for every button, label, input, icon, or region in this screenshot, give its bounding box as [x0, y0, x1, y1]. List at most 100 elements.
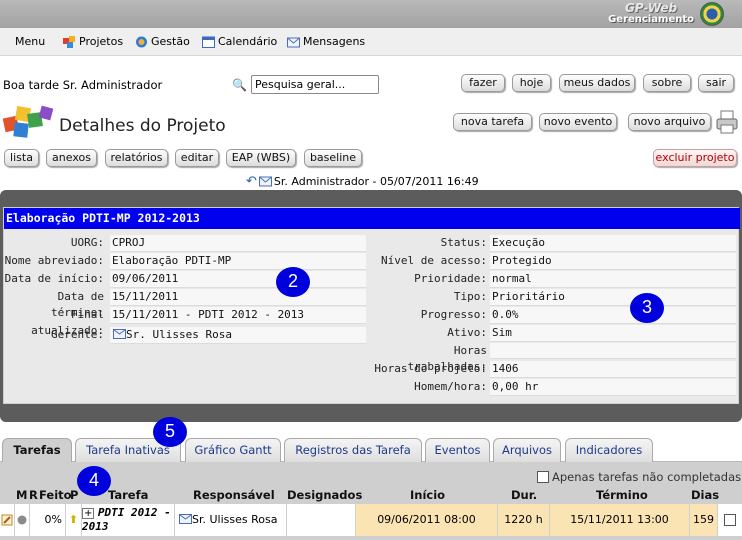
field-value: Prioritário — [490, 289, 736, 306]
field-label: Status: — [440, 236, 487, 249]
field-ativo: Ativo: Sim — [4, 325, 742, 342]
task-days: 159 — [690, 504, 718, 536]
field-label: Horas do projeto: — [374, 362, 487, 375]
field-value: Execução — [490, 235, 736, 252]
puzzle-icon — [63, 35, 75, 48]
col-header-m[interactable]: M — [16, 488, 27, 502]
top-header: GP-Web Gerenciamento — [0, 0, 742, 28]
baseline-button[interactable]: baseline — [304, 149, 362, 167]
col-header-inicio[interactable]: Início — [410, 488, 445, 502]
menu-item-menu[interactable]: Menu — [15, 35, 45, 48]
fazer-button[interactable]: fazer — [461, 74, 505, 92]
nova-tarefa-button[interactable]: nova tarefa — [453, 113, 532, 131]
project-puzzle-icon — [2, 105, 54, 138]
tab-registros[interactable]: Registros das Tarefa — [284, 438, 422, 462]
excluir-projeto-button[interactable]: excluir projeto — [653, 149, 737, 167]
field-label: Prioridade: — [414, 272, 487, 285]
tab-arquivos[interactable]: Arquivos — [493, 438, 561, 462]
expand-icon[interactable]: + — [82, 508, 95, 519]
task-duration: 1220 h — [498, 504, 550, 536]
col-header-dur[interactable]: Dur. — [511, 488, 537, 502]
editar-button[interactable]: editar — [175, 149, 219, 167]
calendar-icon — [202, 36, 215, 48]
undo-icon[interactable]: ↶ — [246, 174, 257, 189]
novo-arquivo-button[interactable]: novo arquivo — [628, 113, 711, 131]
col-header-p[interactable]: P — [70, 488, 78, 502]
stamp-text: Sr. Administrador - 05/07/2011 16:49 — [273, 175, 479, 188]
page-title: Detalhes do Projeto — [59, 116, 226, 136]
table-row[interactable]: 0% ⬆ + PDTI 2012 - 2013 Sr. Ulisses Rosa… — [0, 504, 742, 536]
field-value — [490, 343, 736, 359]
menu-item-gestao[interactable]: Gestão — [135, 35, 190, 48]
task-assignees — [287, 504, 356, 536]
greeting-text: Boa tarde Sr. Administrador — [3, 78, 163, 92]
col-header-r[interactable]: R — [29, 488, 38, 502]
only-uncompleted-filter[interactable]: Apenas tarefas não completadas — [537, 470, 741, 484]
col-header-feito[interactable]: Feito — [39, 488, 72, 502]
tab-eventos[interactable]: Eventos — [425, 438, 490, 462]
field-value: normal — [490, 271, 736, 288]
status-dot-icon — [15, 504, 30, 536]
col-header-tarefa[interactable]: Tarefa — [108, 488, 148, 502]
field-value: 0,00 hr — [490, 379, 736, 396]
field-value: Sim — [490, 325, 736, 342]
field-value: 0.0% — [490, 307, 736, 324]
task-name-cell[interactable]: + PDTI 2012 - 2013 — [82, 504, 175, 536]
field-value: Protegido — [490, 253, 736, 270]
field-horas-trabalhadas: Horas trabalhadas: — [4, 343, 742, 373]
annotation-badge-2: 2 — [276, 267, 310, 297]
col-header-responsavel[interactable]: Responsável — [193, 488, 275, 502]
annotation-badge-3: 3 — [630, 293, 664, 323]
task-owner[interactable]: Sr. Ulisses Rosa — [192, 513, 277, 526]
only-uncompleted-checkbox[interactable] — [537, 471, 549, 483]
field-label: Nível de acesso: — [381, 254, 487, 267]
field-homem-hora: Homem/hora: 0,00 hr — [4, 379, 742, 396]
brand-name: GP-Web — [625, 1, 678, 15]
task-owner-cell[interactable]: Sr. Ulisses Rosa — [175, 504, 287, 536]
task-start: 09/06/2011 08:00 — [356, 504, 498, 536]
brand-subtitle: Gerenciamento — [608, 14, 694, 25]
priority-up-icon: ⬆ — [66, 504, 82, 536]
task-name[interactable]: PDTI 2012 - 2013 — [82, 506, 171, 533]
last-update-stamp: ↶ Sr. Administrador - 05/07/2011 16:49 — [246, 174, 479, 189]
field-label: Ativo: — [447, 326, 487, 339]
main-menu: Menu Projetos Gestão Calendário Mensagen… — [0, 28, 742, 56]
hoje-button[interactable]: hoje — [512, 74, 551, 92]
tab-bar: Tarefas Tarefa Inativas Gráfico Gantt Re… — [0, 438, 742, 463]
envelope-icon[interactable] — [179, 514, 192, 524]
menu-item-projetos[interactable]: Projetos — [63, 35, 123, 48]
only-uncompleted-label: Apenas tarefas não completadas — [552, 470, 742, 484]
search-input[interactable] — [251, 75, 379, 94]
field-label: Tipo: — [453, 290, 487, 303]
edit-icon[interactable] — [0, 504, 15, 536]
task-done-percent: 0% — [30, 504, 66, 536]
brand-logo: GP-Web Gerenciamento — [608, 2, 694, 26]
field-prioridade: Prioridade: normal — [4, 271, 742, 288]
novo-evento-button[interactable]: novo evento — [539, 113, 617, 131]
envelope-icon — [287, 37, 300, 47]
field-label: Progresso: — [420, 308, 487, 321]
col-header-termino[interactable]: Término — [596, 488, 648, 502]
lista-button[interactable]: lista — [4, 149, 39, 167]
envelope-icon[interactable] — [258, 176, 272, 187]
relatorios-button[interactable]: relatórios — [105, 149, 168, 167]
menu-item-calendario[interactable]: Calendário — [202, 35, 277, 48]
printer-icon[interactable] — [716, 110, 738, 134]
eap-wbs-button[interactable]: EAP (WBS) — [226, 149, 296, 167]
field-status: Status: Execução — [4, 235, 742, 252]
task-select-checkbox[interactable] — [718, 504, 742, 536]
tab-tarefas[interactable]: Tarefas — [2, 438, 72, 463]
sobre-button[interactable]: sobre — [643, 74, 691, 92]
col-header-designados[interactable]: Designados — [287, 488, 362, 502]
col-header-dias[interactable]: Dias — [691, 488, 719, 502]
gestao-icon — [136, 36, 147, 47]
tab-grafico-gantt[interactable]: Gráfico Gantt — [185, 438, 281, 462]
sair-button[interactable]: sair — [698, 74, 734, 92]
menu-item-mensagens[interactable]: Mensagens — [287, 35, 365, 48]
meus-dados-button[interactable]: meus dados — [559, 74, 635, 92]
tab-indicadores[interactable]: Indicadores — [565, 438, 653, 462]
search-icon: 🔍 — [232, 78, 247, 92]
task-end: 15/11/2011 13:00 — [550, 504, 690, 536]
field-horas-projeto: Horas do projeto: 1406 — [4, 361, 742, 378]
anexos-button[interactable]: anexos — [46, 149, 97, 167]
